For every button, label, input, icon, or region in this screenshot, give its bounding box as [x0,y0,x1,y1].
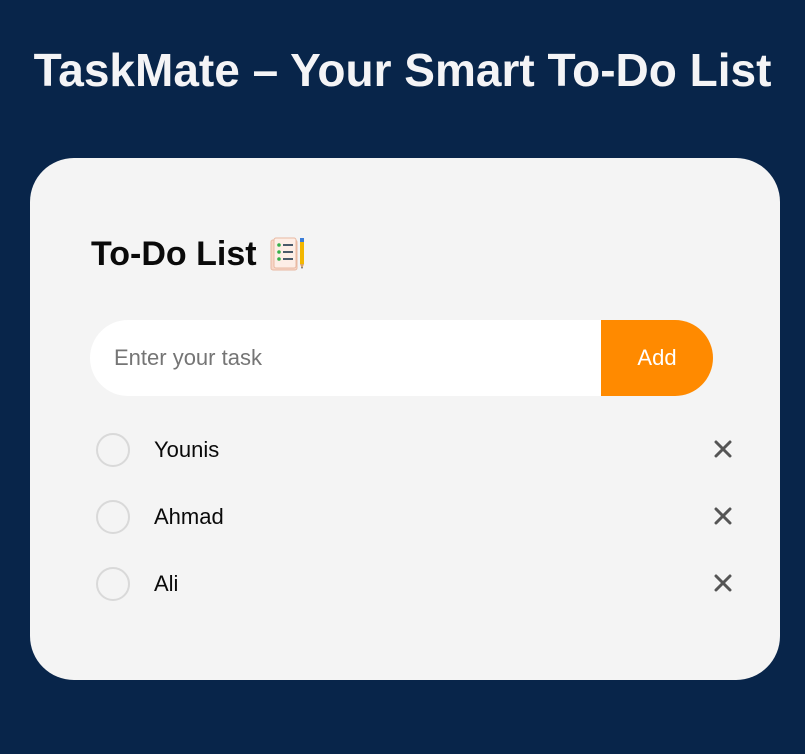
task-item[interactable]: Younis [90,418,740,485]
page-title: TaskMate – Your Smart To-Do List [33,44,772,96]
add-button[interactable]: Add [601,320,713,396]
card-heading-text: To-Do List [91,235,257,273]
task-checkbox[interactable] [96,433,130,467]
task-list: Younis Ahmad Ali [90,418,740,619]
task-item[interactable]: Ali [90,552,740,619]
task-checkbox[interactable] [96,567,130,601]
todo-card: To-Do List Add Younis [30,158,780,680]
task-input[interactable] [90,320,601,396]
close-icon[interactable] [706,432,740,466]
task-text: Ahmad [154,504,224,529]
close-icon[interactable] [706,566,740,600]
close-icon[interactable] [706,499,740,533]
task-text: Ali [154,571,179,596]
card-heading: To-Do List [91,234,307,274]
task-checkbox[interactable] [96,500,130,534]
notepad-checklist-icon [269,236,307,272]
task-item[interactable]: Ahmad [90,485,740,552]
task-input-row: Add [90,320,713,396]
task-text: Younis [154,437,220,462]
